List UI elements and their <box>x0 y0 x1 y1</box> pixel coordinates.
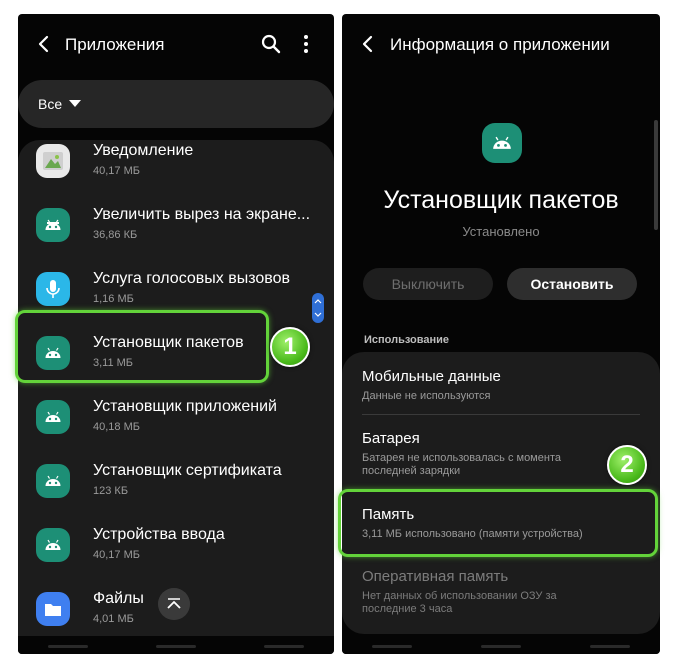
nav-indicator <box>372 645 412 648</box>
app-list: Уведомление 40,17 МБ Увеличить вырез на … <box>18 140 334 654</box>
caret-down-icon <box>69 100 81 107</box>
install-status: Установлено <box>462 224 540 239</box>
navigation-bar <box>18 636 334 654</box>
app-name: Устройства ввода <box>93 526 225 543</box>
app-name: Установщик сертификата <box>93 462 282 479</box>
app-size: 4,01 МБ <box>93 613 134 625</box>
app-name: Уведомление <box>93 142 194 159</box>
app-name: Увеличить вырез на экране... <box>93 206 311 223</box>
app-name-heading: Установщик пакетов <box>383 186 619 214</box>
app-name: Установщик приложений <box>93 398 277 415</box>
nav-indicator <box>264 645 304 648</box>
app-info-screen: Информация о приложении Установщик пакет… <box>342 14 660 654</box>
android-icon <box>36 528 70 562</box>
app-size: 40,17 МБ <box>93 549 140 561</box>
item-title: Мобильные данные <box>362 368 501 385</box>
usage-section-label: Использование <box>364 334 450 346</box>
app-size: 1,16 МБ <box>93 293 134 305</box>
app-name: Файлы <box>93 590 144 607</box>
filter-dropdown[interactable]: Все <box>18 80 334 128</box>
apps-header: Приложения <box>18 14 334 76</box>
force-stop-button[interactable]: Остановить <box>507 268 637 300</box>
folder-icon <box>36 592 70 626</box>
microphone-icon <box>36 272 70 306</box>
search-icon[interactable] <box>259 32 283 56</box>
nav-indicator <box>156 645 196 648</box>
app-size: 123 КБ <box>93 485 129 497</box>
highlight-storage <box>338 489 658 557</box>
android-icon <box>36 464 70 498</box>
gallery-icon <box>36 144 70 178</box>
app-list-item[interactable]: Установщик приложений 40,18 МБ <box>18 386 334 450</box>
app-size: 36,86 КБ <box>93 229 138 241</box>
item-subtitle: Нет данных об использовании ОЗУ за после… <box>362 590 557 615</box>
page-title: Приложения <box>65 35 165 54</box>
nav-indicator <box>481 645 521 648</box>
app-list-item[interactable]: Устройства ввода 40,17 МБ <box>18 514 334 578</box>
app-size: 40,17 МБ <box>93 165 140 177</box>
app-size: 40,18 МБ <box>93 421 140 433</box>
highlight-package-installer <box>15 310 269 383</box>
item-subtitle: Батарея не использовалась с момента посл… <box>362 452 561 477</box>
page-title: Информация о приложении <box>390 35 610 54</box>
disable-button[interactable]: Выключить <box>363 268 493 300</box>
scroll-to-top-icon[interactable] <box>158 588 190 620</box>
back-arrow-icon[interactable] <box>34 34 54 54</box>
more-options-icon[interactable] <box>294 32 318 56</box>
item-title: Батарея <box>362 430 420 447</box>
app-list-item[interactable]: Уведомление 40,17 МБ <box>18 140 334 194</box>
back-arrow-icon[interactable] <box>358 34 378 54</box>
navigation-bar <box>342 636 660 654</box>
scroll-edge <box>654 120 658 230</box>
item-title: Оперативная память <box>362 568 509 585</box>
android-icon <box>36 208 70 242</box>
item-subtitle: Данные не используются <box>362 390 491 402</box>
nav-indicator <box>590 645 630 648</box>
step-badge-1: 1 <box>270 327 310 367</box>
android-icon <box>36 400 70 434</box>
app-info-header: Информация о приложении <box>342 14 660 76</box>
scrollbar-thumb[interactable] <box>312 293 324 323</box>
divider <box>362 414 640 415</box>
app-name: Услуга голосовых вызовов <box>93 270 290 287</box>
filter-label: Все <box>38 96 63 112</box>
step-badge-2: 2 <box>607 445 647 485</box>
app-list-item[interactable]: Установщик сертификата 123 КБ <box>18 450 334 514</box>
nav-indicator <box>48 645 88 648</box>
android-icon <box>482 123 522 163</box>
app-list-item[interactable]: Увеличить вырез на экране... 36,86 КБ <box>18 194 334 258</box>
